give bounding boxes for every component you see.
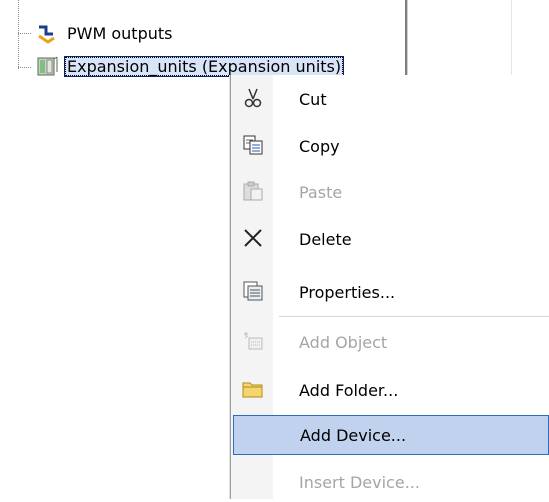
context-menu: Cut Copy Paste Delete Properties... Add …: [230, 75, 549, 499]
menu-item-add-folder[interactable]: Add Folder...: [233, 370, 549, 410]
expansion-unit-icon: [36, 55, 58, 77]
tree-guide-line: [18, 33, 32, 34]
menu-item-delete[interactable]: Delete: [233, 219, 549, 259]
scissors-icon: [242, 87, 264, 109]
copy-icon: [242, 134, 264, 156]
menu-item-label: Properties...: [299, 282, 396, 302]
tree-item-label: PWM outputs: [67, 23, 173, 43]
menu-item-add-object[interactable]: Add Object: [233, 322, 549, 362]
tree-item-pwm-outputs[interactable]: PWM outputs: [36, 20, 175, 46]
properties-icon: [242, 280, 264, 302]
menu-item-copy[interactable]: Copy: [233, 126, 549, 166]
folder-icon: [242, 378, 264, 400]
menu-item-label: Add Device...: [300, 425, 407, 445]
menu-item-label: Insert Device...: [299, 472, 420, 492]
pwm-output-icon: [36, 22, 58, 44]
add-object-icon: [242, 330, 264, 352]
tree-guide-line: [18, 67, 32, 68]
menu-separator: [279, 316, 549, 317]
menu-item-insert-device[interactable]: Insert Device...: [233, 462, 549, 502]
menu-item-label: Paste: [299, 182, 343, 202]
paste-icon: [242, 180, 264, 202]
menu-item-label: Delete: [299, 229, 352, 249]
menu-item-label: Add Folder...: [299, 380, 399, 400]
menu-item-label: Add Object: [299, 332, 388, 352]
menu-item-cut[interactable]: Cut: [233, 79, 549, 119]
menu-item-add-device[interactable]: Add Device...: [233, 415, 549, 455]
delete-x-icon: [242, 227, 264, 249]
tree-guide-line: [18, 0, 19, 70]
menu-item-properties[interactable]: Properties...: [233, 272, 549, 312]
tree-item-label: Expansion_units (Expansion units): [64, 55, 345, 77]
menu-item-paste[interactable]: Paste: [233, 172, 549, 212]
menu-item-label: Copy: [299, 136, 340, 156]
menu-item-label: Cut: [299, 89, 327, 109]
